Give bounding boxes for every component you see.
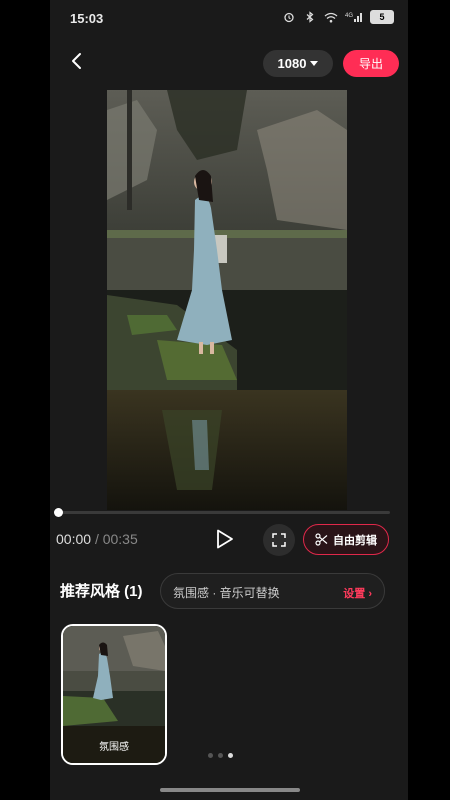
style-thumbnail-label: 氛围感 (99, 742, 129, 753)
recommended-styles-title: 推荐风格 (1) (60, 583, 143, 600)
playback-progress-bar[interactable] (54, 508, 390, 517)
progress-knob[interactable] (54, 508, 63, 517)
export-button[interactable]: 导出 (343, 50, 399, 77)
caret-down-icon (310, 60, 319, 66)
total-time: 00:35 (102, 531, 138, 547)
fullscreen-button[interactable] (263, 524, 295, 556)
status-bar: 15:03 4G 5 (50, 0, 408, 38)
phone-screen: 15:03 4G 5 1080 导出 00:00 / 00:35 自由剪辑 推荐… (50, 0, 408, 800)
chevron-left-icon (72, 53, 81, 69)
style-description: 氛围感 · 音乐可替换 (173, 586, 280, 600)
resolution-dropdown[interactable]: 1080 (263, 50, 333, 77)
page-dot (218, 753, 223, 758)
wifi-icon (324, 10, 338, 24)
settings-label: 设置 (343, 588, 366, 600)
alarm-icon (282, 10, 296, 24)
scissors-icon (315, 533, 328, 546)
page-indicator (208, 753, 233, 758)
page-dot-active (228, 753, 233, 758)
resolution-label: 1080 (277, 56, 307, 71)
page-dot (208, 753, 213, 758)
video-frame-image (107, 90, 347, 510)
fullscreen-icon (272, 533, 286, 547)
signal-icon: 4G (345, 10, 363, 24)
time-separator: / (94, 531, 99, 547)
play-icon (217, 529, 233, 549)
current-time: 00:00 (56, 531, 92, 547)
back-button[interactable] (64, 48, 88, 74)
battery-indicator: 5 (370, 10, 394, 24)
network-label: 4G (345, 13, 353, 19)
status-time: 15:03 (70, 11, 104, 26)
bluetooth-icon (303, 10, 317, 24)
timecode: 00:00 / 00:35 (56, 531, 138, 547)
video-preview[interactable] (107, 90, 347, 510)
settings-link[interactable]: 设置 › (343, 585, 372, 601)
style-info-pill[interactable]: 氛围感 · 音乐可替换 设置 › (160, 573, 385, 609)
home-indicator (160, 788, 300, 792)
free-edit-button[interactable]: 自由剪辑 (303, 524, 389, 555)
style-thumbnail[interactable]: 氛围感 (61, 624, 167, 765)
play-button[interactable] (212, 527, 236, 551)
status-icons: 4G 5 (282, 10, 394, 24)
free-edit-label: 自由剪辑 (333, 534, 377, 547)
chevron-right-icon: › (368, 588, 372, 600)
